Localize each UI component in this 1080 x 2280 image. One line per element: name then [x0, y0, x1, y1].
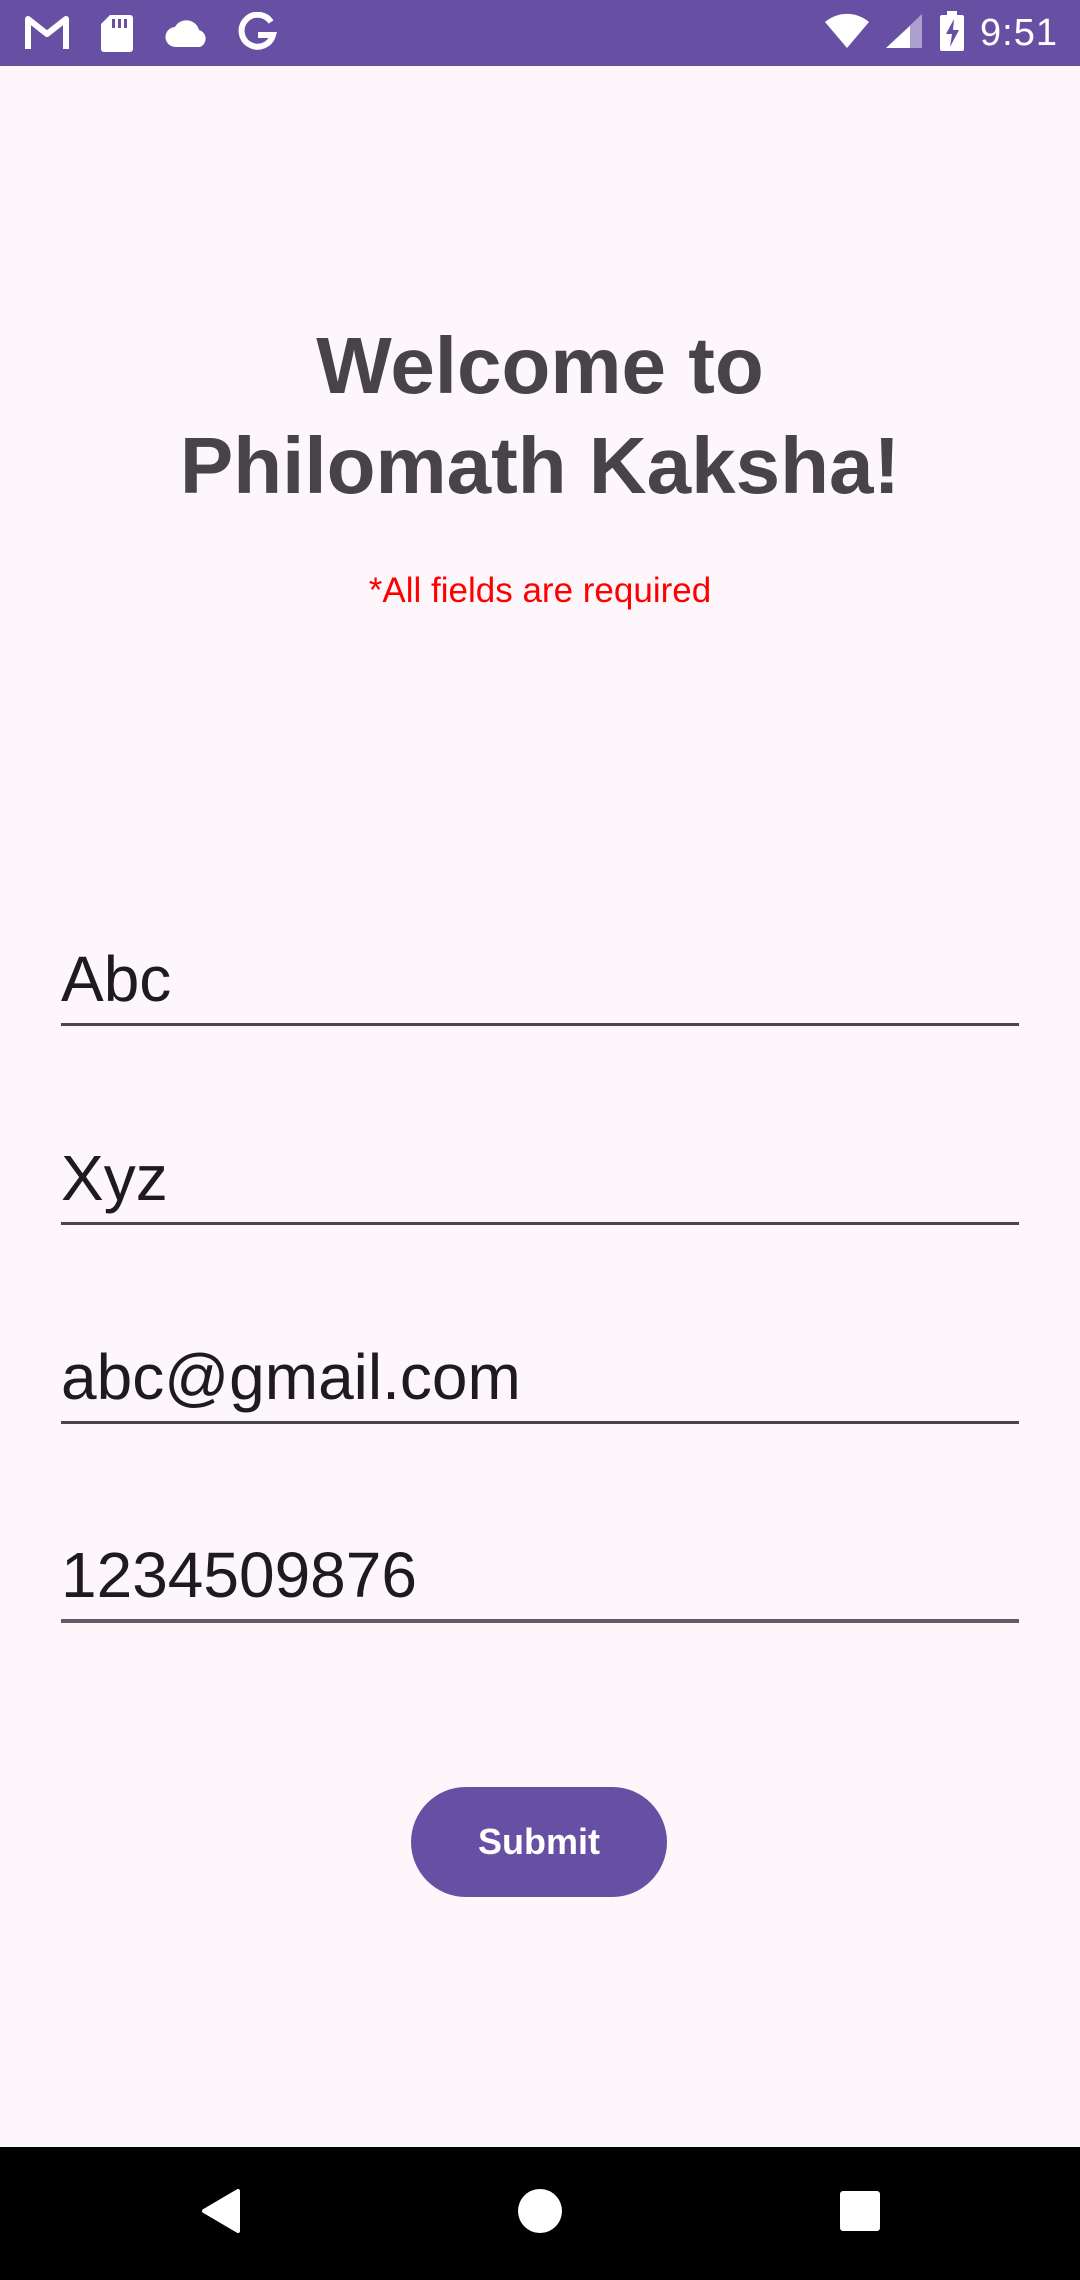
welcome-title-line2: Philomath Kaksha! [179, 421, 901, 510]
welcome-title: Welcome to Philomath Kaksha! [0, 316, 1080, 516]
google-icon [234, 10, 280, 56]
status-time: 9:51 [980, 11, 1058, 54]
last-name-input[interactable] [61, 1115, 1019, 1225]
cloud-icon [164, 10, 210, 56]
last-name-field[interactable] [61, 1115, 1019, 1225]
system-icons: 9:51 [824, 10, 1058, 56]
back-icon [198, 2187, 242, 2240]
wifi-icon [824, 12, 870, 55]
battery-charging-icon [938, 10, 966, 57]
home-icon [517, 2188, 563, 2239]
recents-icon [839, 2190, 881, 2237]
first-name-input[interactable] [61, 916, 1019, 1026]
main-content: Welcome to Philomath Kaksha! *All fields… [0, 66, 1080, 2147]
required-fields-note: *All fields are required [368, 571, 712, 610]
gmail-icon [24, 10, 70, 56]
cell-signal-icon [884, 12, 924, 55]
status-bar: 9:51 [0, 0, 1080, 66]
email-field[interactable] [61, 1314, 1019, 1424]
email-input[interactable] [61, 1314, 1019, 1424]
phone-input[interactable] [61, 1513, 1019, 1623]
recents-button[interactable] [780, 2147, 940, 2280]
submit-button[interactable]: Submit [411, 1787, 667, 1897]
back-button[interactable] [140, 2147, 300, 2280]
welcome-title-line1: Welcome to [316, 321, 764, 410]
phone-field[interactable] [61, 1513, 1019, 1623]
sd-card-icon [94, 10, 140, 56]
home-button[interactable] [460, 2147, 620, 2280]
first-name-field[interactable] [61, 916, 1019, 1026]
notification-icons [24, 10, 280, 56]
navigation-bar [0, 2147, 1080, 2280]
